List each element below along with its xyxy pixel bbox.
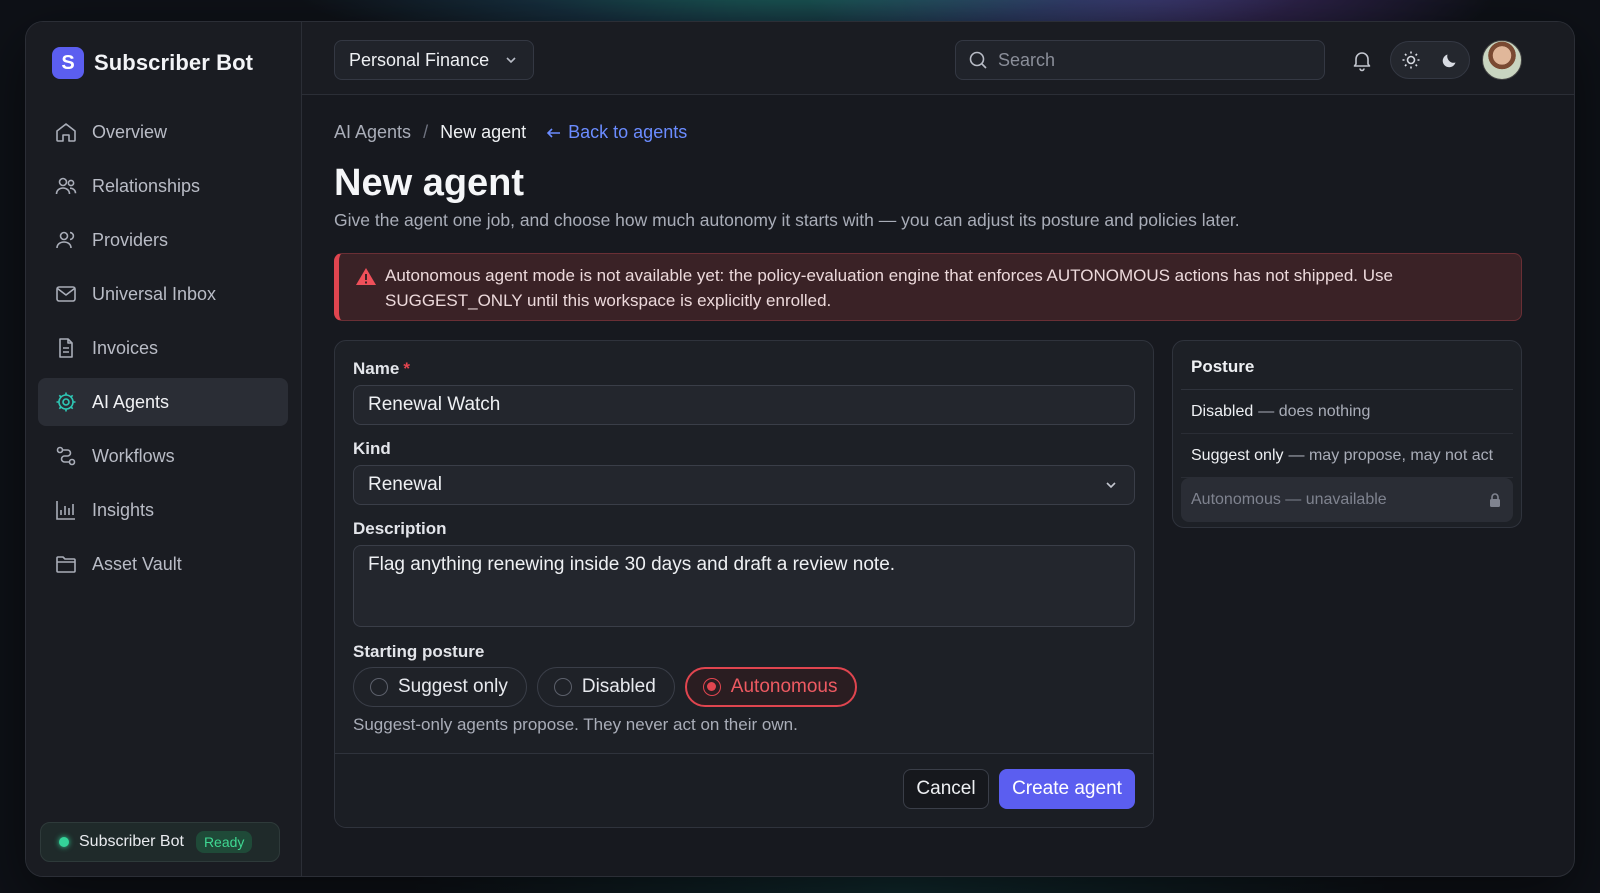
sidebar-item-overview[interactable]: Overview	[38, 108, 288, 156]
posture-item-desc: — does nothing	[1258, 402, 1371, 420]
cancel-button[interactable]: Cancel	[903, 769, 989, 809]
posture-item-suggest-only: Suggest only — may propose, may not act	[1181, 434, 1513, 478]
sidebar-item-invoices[interactable]: Invoices	[38, 324, 288, 372]
sidebar-item-asset-vault[interactable]: Asset Vault	[38, 540, 288, 588]
back-link-label: Back to agents	[568, 122, 688, 142]
description-field[interactable]: Flag anything renewing inside 30 days an…	[353, 545, 1135, 627]
breadcrumb-parent[interactable]: AI Agents	[334, 122, 411, 143]
sidebar-item-label: Overview	[92, 121, 168, 142]
sidebar-item-label: Providers	[92, 229, 169, 250]
sidebar-item-relationships[interactable]: Relationships	[38, 162, 288, 210]
sidebar-item-label: Asset Vault	[92, 553, 182, 574]
new-agent-form: Name* Kind Renewal Description Flag anyt…	[334, 340, 1154, 828]
posture-panel-title: Posture	[1181, 349, 1513, 390]
user-group-icon	[54, 228, 78, 252]
posture-option-disabled[interactable]: Disabled	[536, 667, 675, 707]
name-field[interactable]	[353, 385, 1135, 425]
status-badge: Ready	[195, 831, 253, 853]
name-label-text: Name	[353, 359, 400, 378]
workspace-name: Personal Finance	[349, 49, 490, 70]
bot-status-name: Subscriber Bot	[79, 833, 184, 850]
radio-selected-icon	[702, 678, 721, 696]
posture-item-name: Suggest only	[1191, 446, 1284, 464]
posture-radio-group: Suggest only Disabled Autonomous	[353, 667, 858, 707]
create-agent-button[interactable]: Create agent	[999, 769, 1135, 809]
sidebar-item-label: AI Agents	[92, 391, 170, 412]
form-footer: Cancel Create agent	[335, 753, 1153, 827]
folder-icon	[54, 552, 78, 576]
required-mark: *	[403, 359, 410, 378]
bar-chart-icon	[54, 498, 78, 522]
sidebar-nav: Overview Relationships Providers Univers…	[38, 108, 288, 594]
sun-icon[interactable]	[1401, 50, 1421, 70]
posture-item-autonomous: Autonomous — unavailable	[1181, 478, 1513, 522]
page-subtitle: Give the agent one job, and choose how m…	[334, 210, 1240, 230]
posture-label: Starting posture	[353, 642, 485, 661]
posture-option-label: Disabled	[581, 676, 656, 697]
warning-icon	[355, 266, 377, 288]
workspace-switcher[interactable]: Personal Finance	[334, 40, 534, 80]
avatar[interactable]	[1482, 40, 1522, 80]
breadcrumb-separator: /	[423, 122, 429, 142]
workflow-icon	[54, 444, 78, 468]
posture-option-label: Autonomous	[730, 676, 838, 697]
search-box[interactable]	[955, 40, 1325, 80]
moon-icon[interactable]	[1440, 50, 1460, 70]
kind-select-value: Renewal	[368, 474, 442, 495]
lock-icon	[1487, 492, 1503, 508]
sidebar-item-providers[interactable]: Providers	[38, 216, 288, 264]
sidebar: S Subscriber Bot Overview Relationships	[26, 22, 302, 876]
posture-hint: Suggest-only agents propose. They never …	[353, 715, 798, 734]
bell-icon[interactable]	[1350, 48, 1374, 72]
radio-icon	[553, 678, 572, 696]
sidebar-item-insights[interactable]: Insights	[38, 486, 288, 534]
description-label: Description	[353, 519, 447, 538]
sidebar-item-label: Relationships	[92, 175, 201, 196]
topbar: Personal Finance	[302, 22, 1574, 95]
breadcrumb: AI Agents / New agent Back to agents	[334, 122, 687, 143]
gear-icon	[54, 390, 78, 414]
chevron-down-icon	[503, 52, 519, 68]
back-to-agents-link[interactable]: Back to agents	[546, 122, 687, 143]
brand-name: Subscriber Bot	[94, 50, 254, 75]
posture-option-label: Suggest only	[398, 676, 508, 697]
posture-item-desc: Autonomous — unavailable	[1191, 491, 1387, 508]
chevron-down-icon	[1102, 476, 1120, 494]
sidebar-item-label: Workflows	[92, 445, 175, 466]
users-icon	[54, 174, 78, 198]
sidebar-item-label: Invoices	[92, 337, 159, 358]
kind-select[interactable]: Renewal	[353, 465, 1135, 505]
search-input[interactable]	[998, 49, 1298, 71]
posture-panel: Posture Disabled — does nothing Suggest …	[1172, 340, 1522, 528]
brand-logo: S	[52, 47, 84, 79]
posture-option-autonomous[interactable]: Autonomous	[684, 667, 858, 707]
app-window: S Subscriber Bot Overview Relationships	[25, 21, 1575, 877]
arrow-left-icon	[546, 125, 562, 141]
search-icon	[968, 50, 988, 70]
alert-text: Autonomous agent mode is not available y…	[385, 266, 1393, 310]
status-dot	[59, 837, 69, 847]
sidebar-item-ai-agents[interactable]: AI Agents	[38, 378, 288, 426]
breadcrumb-current: New agent	[440, 122, 527, 142]
theme-toggle[interactable]	[1390, 41, 1470, 79]
sidebar-item-universal-inbox[interactable]: Universal Inbox	[38, 270, 288, 318]
mail-icon	[54, 282, 78, 306]
kind-label: Kind	[353, 439, 391, 458]
posture-option-suggest-only[interactable]: Suggest only	[353, 667, 527, 707]
main-content: AI Agents / New agent Back to agents New…	[302, 96, 1574, 876]
document-icon	[54, 336, 78, 360]
posture-item-name: Disabled	[1191, 402, 1254, 420]
bot-status[interactable]: Subscriber Bot Ready	[40, 822, 280, 862]
name-label: Name *	[353, 359, 410, 379]
brand[interactable]: S Subscriber Bot	[52, 47, 253, 79]
autonomous-unavailable-alert: Autonomous agent mode is not available y…	[334, 253, 1522, 321]
sidebar-item-workflows[interactable]: Workflows	[38, 432, 288, 480]
sidebar-item-label: Universal Inbox	[92, 283, 217, 304]
sidebar-item-label: Insights	[92, 499, 155, 520]
home-icon	[54, 120, 78, 144]
radio-icon	[370, 678, 388, 696]
posture-item-disabled: Disabled — does nothing	[1181, 390, 1513, 434]
page-title: New agent	[334, 162, 525, 204]
posture-item-desc: — may propose, may not act	[1288, 446, 1494, 464]
